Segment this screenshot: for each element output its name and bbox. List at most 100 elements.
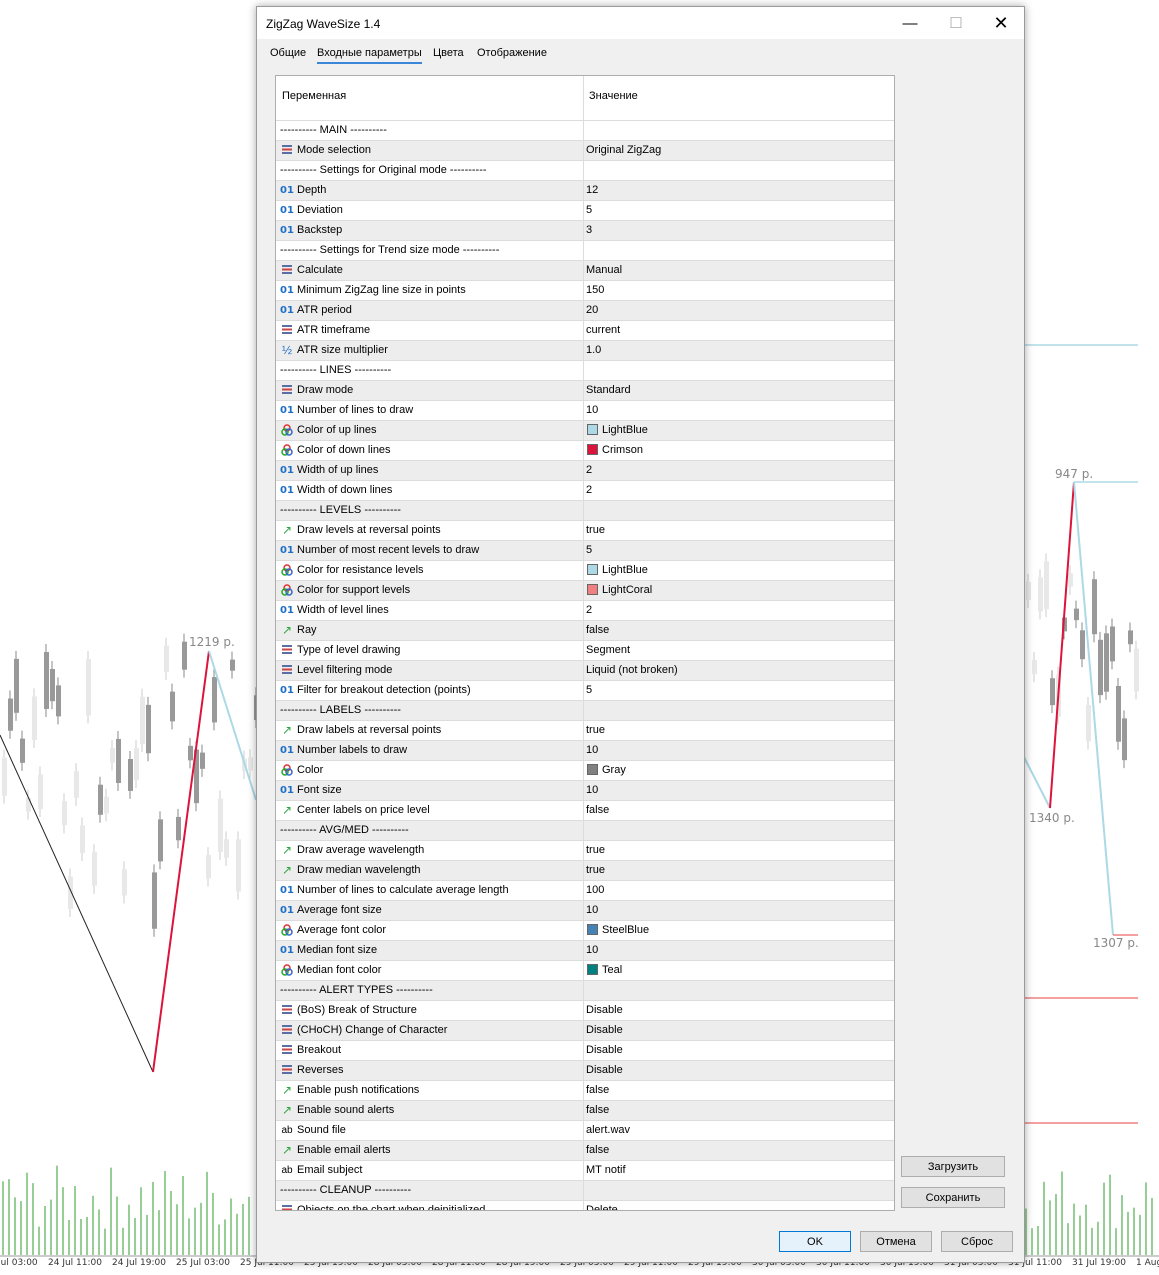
parameter-value-cell[interactable]: 20	[584, 301, 890, 320]
parameter-value-cell[interactable]: 12	[584, 181, 890, 200]
parameter-value-cell[interactable]: 5	[584, 681, 890, 700]
parameter-name-cell[interactable]: Color for support levels	[276, 581, 584, 600]
parameter-row[interactable]: ↗ Draw median wavelength true	[276, 861, 894, 881]
parameter-row[interactable]: ---------- Settings for Original mode --…	[276, 161, 894, 181]
parameter-name-cell[interactable]: 01 Backstep	[276, 221, 584, 240]
parameter-row[interactable]: ---------- LINES ----------	[276, 361, 894, 381]
parameter-name-cell[interactable]: ---------- ALERT TYPES ----------	[276, 981, 584, 1000]
parameter-name-cell[interactable]: ½ ATR size multiplier	[276, 341, 584, 360]
parameters-grid[interactable]: Переменная Значение ---------- MAIN ----…	[275, 75, 895, 1211]
parameter-name-cell[interactable]: Average font color	[276, 921, 584, 940]
parameter-value-cell[interactable]: Original ZigZag	[584, 141, 890, 160]
parameter-row[interactable]: Color Gray	[276, 761, 894, 781]
parameter-row[interactable]: ↗ Ray false	[276, 621, 894, 641]
parameter-row[interactable]: ½ ATR size multiplier 1.0	[276, 341, 894, 361]
parameter-name-cell[interactable]: ---------- LINES ----------	[276, 361, 584, 380]
parameter-row[interactable]: ↗ Draw labels at reversal points true	[276, 721, 894, 741]
parameter-name-cell[interactable]: ab Sound file	[276, 1121, 584, 1140]
parameter-value-cell[interactable]: current	[584, 321, 890, 340]
tab-general[interactable]: Общие	[270, 47, 306, 62]
parameter-name-cell[interactable]: ---------- AVG/MED ----------	[276, 821, 584, 840]
close-icon[interactable]: ✕	[978, 7, 1024, 39]
parameter-row[interactable]: (BoS) Break of Structure Disable	[276, 1001, 894, 1021]
parameter-value-cell[interactable]	[584, 701, 890, 720]
parameter-name-cell[interactable]: 01 Average font size	[276, 901, 584, 920]
parameter-value-cell[interactable]: Teal	[584, 961, 890, 980]
parameter-row[interactable]: 01 Filter for breakout detection (points)…	[276, 681, 894, 701]
parameter-name-cell[interactable]: ab Email subject	[276, 1161, 584, 1180]
parameter-value-cell[interactable]: Gray	[584, 761, 890, 780]
parameter-name-cell[interactable]: Reverses	[276, 1061, 584, 1080]
parameter-value-cell[interactable]: 2	[584, 461, 890, 480]
parameter-row[interactable]: Color of up lines LightBlue	[276, 421, 894, 441]
parameter-row[interactable]: 01 Median font size 10	[276, 941, 894, 961]
parameter-name-cell[interactable]: ↗ Enable email alerts	[276, 1141, 584, 1160]
parameter-name-cell[interactable]: 01 Depth	[276, 181, 584, 200]
parameter-row[interactable]: ---------- LABELS ----------	[276, 701, 894, 721]
parameter-row[interactable]: ---------- MAIN ----------	[276, 121, 894, 141]
parameter-name-cell[interactable]: 01 Number of lines to calculate average l…	[276, 881, 584, 900]
parameter-name-cell[interactable]: 01 Number of most recent levels to draw	[276, 541, 584, 560]
parameter-value-cell[interactable]: Standard	[584, 381, 890, 400]
parameter-name-cell[interactable]: Median font color	[276, 961, 584, 980]
parameter-value-cell[interactable]: Disable	[584, 1041, 890, 1060]
parameter-value-cell[interactable]: Disable	[584, 1061, 890, 1080]
parameter-value-cell[interactable]: MT notif	[584, 1161, 890, 1180]
parameter-name-cell[interactable]: 01 Width of level lines	[276, 601, 584, 620]
minimize-icon[interactable]: —	[887, 7, 933, 39]
column-divider[interactable]	[583, 76, 584, 120]
parameter-value-cell[interactable]: false	[584, 801, 890, 820]
parameter-value-cell[interactable]: 100	[584, 881, 890, 900]
parameter-row[interactable]: ↗ Enable sound alerts false	[276, 1101, 894, 1121]
parameter-row[interactable]: 01 Depth 12	[276, 181, 894, 201]
parameter-value-cell[interactable]: 3	[584, 221, 890, 240]
parameter-value-cell[interactable]	[584, 241, 890, 260]
parameter-row[interactable]: 01 Font size 10	[276, 781, 894, 801]
parameter-name-cell[interactable]: 01 Width of down lines	[276, 481, 584, 500]
parameter-value-cell[interactable]: true	[584, 841, 890, 860]
tab-colors[interactable]: Цвета	[433, 47, 464, 62]
parameter-row[interactable]: 01 Number labels to draw 10	[276, 741, 894, 761]
column-header-variable[interactable]: Переменная	[282, 90, 346, 102]
parameter-row[interactable]: Draw mode Standard	[276, 381, 894, 401]
parameter-name-cell[interactable]: ↗ Ray	[276, 621, 584, 640]
parameter-row[interactable]: 01 Width of down lines 2	[276, 481, 894, 501]
parameter-name-cell[interactable]: 01 Number of lines to draw	[276, 401, 584, 420]
parameter-row[interactable]: 01 Minimum ZigZag line size in points 150	[276, 281, 894, 301]
parameter-row[interactable]: Median font color Teal	[276, 961, 894, 981]
parameter-name-cell[interactable]: 01 Deviation	[276, 201, 584, 220]
parameter-name-cell[interactable]: (CHoCH) Change of Character	[276, 1021, 584, 1040]
parameter-row[interactable]: Mode selection Original ZigZag	[276, 141, 894, 161]
parameter-value-cell[interactable]	[584, 981, 890, 1000]
parameter-value-cell[interactable]	[584, 501, 890, 520]
parameter-value-cell[interactable]: Delete	[584, 1201, 890, 1210]
parameter-value-cell[interactable]: LightCoral	[584, 581, 890, 600]
parameter-name-cell[interactable]: Color of down lines	[276, 441, 584, 460]
parameter-row[interactable]: (CHoCH) Change of Character Disable	[276, 1021, 894, 1041]
parameter-name-cell[interactable]: 01 Minimum ZigZag line size in points	[276, 281, 584, 300]
parameter-row[interactable]: 01 Width of up lines 2	[276, 461, 894, 481]
parameter-value-cell[interactable]: Liquid (not broken)	[584, 661, 890, 680]
parameter-row[interactable]: 01 Deviation 5	[276, 201, 894, 221]
parameter-name-cell[interactable]: ATR timeframe	[276, 321, 584, 340]
save-button[interactable]: Сохранить	[901, 1187, 1005, 1208]
parameter-row[interactable]: ---------- Settings for Trend size mode …	[276, 241, 894, 261]
parameter-row[interactable]: ↗ Center labels on price level false	[276, 801, 894, 821]
title-bar[interactable]: ZigZag WaveSize 1.4 — ☐ ✕	[257, 7, 1024, 39]
parameter-row[interactable]: 01 Number of lines to draw 10	[276, 401, 894, 421]
parameter-value-cell[interactable]: 2	[584, 601, 890, 620]
parameter-name-cell[interactable]: ---------- MAIN ----------	[276, 121, 584, 140]
parameter-name-cell[interactable]: 01 Number labels to draw	[276, 741, 584, 760]
parameter-name-cell[interactable]: Objects on the chart when deinitialized	[276, 1201, 584, 1210]
parameter-value-cell[interactable]: Segment	[584, 641, 890, 660]
parameter-value-cell[interactable]: 150	[584, 281, 890, 300]
parameter-value-cell[interactable]	[584, 161, 890, 180]
parameter-row[interactable]: ↗ Draw levels at reversal points true	[276, 521, 894, 541]
parameter-value-cell[interactable]: Manual	[584, 261, 890, 280]
parameter-value-cell[interactable]: LightBlue	[584, 421, 890, 440]
parameter-name-cell[interactable]: ---------- LABELS ----------	[276, 701, 584, 720]
parameter-row[interactable]: ---------- AVG/MED ----------	[276, 821, 894, 841]
parameter-value-cell[interactable]: 2	[584, 481, 890, 500]
parameter-row[interactable]: Breakout Disable	[276, 1041, 894, 1061]
parameter-name-cell[interactable]: (BoS) Break of Structure	[276, 1001, 584, 1020]
